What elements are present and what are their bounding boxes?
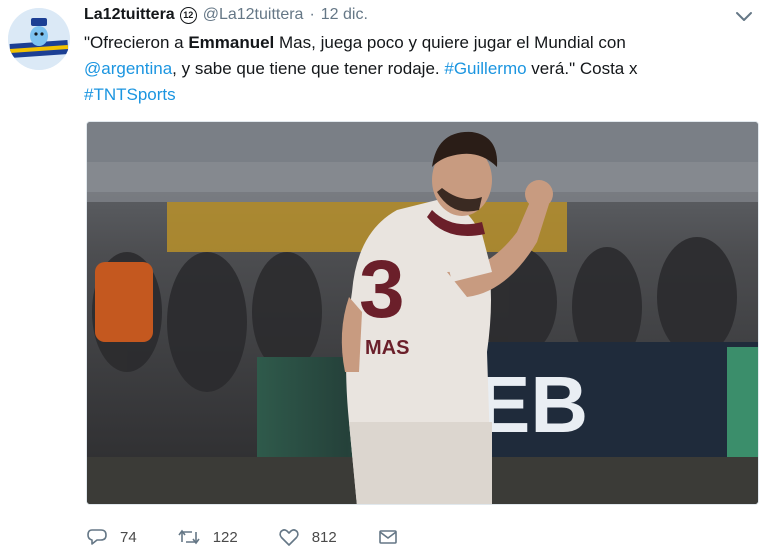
tweet-text: "Ofrecieron a Emmanuel Mas, juega poco y… (84, 30, 744, 108)
like-count: 812 (311, 528, 337, 546)
hashtag-link[interactable]: #TNTSports (84, 85, 176, 104)
reply-icon (87, 529, 107, 545)
text-segment: , y sabe que tiene que tener rodaje. (172, 59, 445, 78)
like-button[interactable]: 812 (278, 526, 337, 548)
badge-icon: 12 (179, 6, 197, 24)
tweet-photo[interactable]: EB 3 MAS (86, 121, 759, 505)
jersey-name: MAS (365, 337, 409, 359)
text-segment: verá." Costa x (526, 59, 638, 78)
direct-message-button[interactable] (377, 526, 411, 548)
reply-count: 74 (120, 528, 137, 546)
retweet-count: 122 (212, 528, 238, 546)
text-segment: "Ofrecieron a (84, 33, 189, 52)
text-bold: Emmanuel (188, 33, 275, 52)
photo-image: EB 3 MAS (87, 122, 758, 504)
separator: · (309, 6, 315, 23)
text-segment: Mas, juega poco y quiere jugar el Mundia… (274, 33, 626, 52)
display-name[interactable]: La12tuittera (84, 6, 175, 24)
reply-button[interactable]: 74 (86, 526, 137, 548)
jersey-number: 3 (359, 244, 405, 335)
board-text: EB (477, 360, 588, 449)
tweet-header: La12tuittera 12 @La12tuittera · 12 dic. (84, 4, 368, 26)
retweet-button[interactable]: 122 (177, 526, 238, 548)
chevron-down-icon[interactable] (734, 8, 754, 24)
heart-icon (279, 529, 299, 546)
avatar-image (8, 8, 70, 70)
retweet-icon (178, 529, 200, 545)
avatar[interactable] (8, 8, 70, 70)
handle[interactable]: @La12tuittera (203, 6, 304, 24)
tweet-actions: 74 122 812 (86, 524, 451, 550)
mention-link[interactable]: @argentina (84, 59, 172, 78)
envelope-icon (378, 530, 397, 544)
tweet: La12tuittera 12 @La12tuittera · 12 dic. … (0, 0, 768, 553)
timestamp[interactable]: 12 dic. (321, 6, 368, 24)
hashtag-link[interactable]: #Guillermo (444, 59, 526, 78)
